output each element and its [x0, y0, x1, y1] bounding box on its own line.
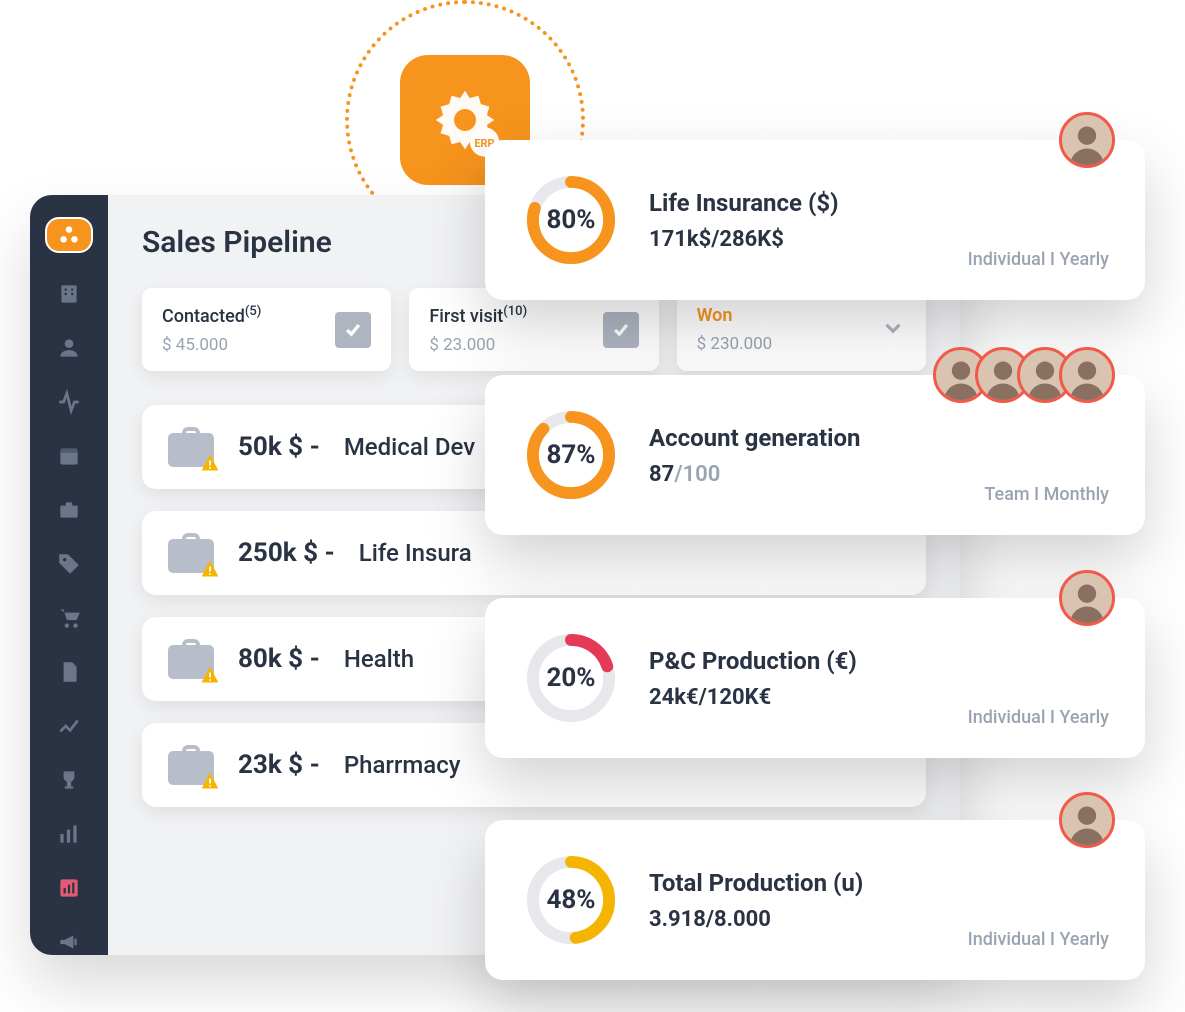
nav-dashboard-icon[interactable] [56, 875, 82, 901]
deal-value: 250k $ - [238, 538, 335, 568]
kpi-card-life-insurance[interactable]: 80% Life Insurance ($) 171k$/286K$ Indiv… [485, 140, 1145, 300]
kpi-value: 3.918/8.000 [649, 907, 940, 932]
kpi-meta: Individual I Yearly [968, 707, 1109, 728]
avatar [1059, 792, 1115, 848]
pipeline-stages: Contacted(5) $ 45.000 First visit(10) $ … [142, 288, 926, 371]
progress-ring: 87% [521, 405, 621, 505]
progress-ring: 20% [521, 628, 621, 728]
nav-calendar-icon[interactable] [56, 443, 82, 469]
kpi-value: 24k€/120K€ [649, 685, 940, 710]
kpi-meta: Team I Monthly [984, 484, 1109, 505]
kpi-card-account-generation[interactable]: 87% Account generation 87/100 Team I Mon… [485, 375, 1145, 535]
nav-tag-icon[interactable] [56, 551, 82, 577]
briefcase-icon [168, 745, 214, 785]
stage-first-visit[interactable]: First visit(10) $ 23.000 [409, 288, 658, 371]
stage-count: (5) [245, 304, 261, 319]
kpi-title: Account generation [649, 424, 956, 452]
stage-label: Won [697, 305, 733, 326]
stage-label: First visit [429, 306, 503, 327]
briefcase-icon [168, 533, 214, 573]
kpi-title: Total Production (u) [649, 869, 940, 897]
stage-won[interactable]: Won $ 230.000 [677, 288, 926, 371]
briefcase-icon [168, 427, 214, 467]
nav-briefcase-icon[interactable] [56, 497, 82, 523]
progress-ring: 48% [521, 850, 621, 950]
check-icon [335, 312, 371, 348]
kpi-meta: Individual I Yearly [968, 929, 1109, 950]
stage-amount: $ 45.000 [162, 335, 261, 355]
kpi-avatars [947, 347, 1115, 403]
stage-contacted[interactable]: Contacted(5) $ 45.000 [142, 288, 391, 371]
stage-amount: $ 230.000 [697, 334, 773, 354]
logo-dots-icon [56, 222, 82, 248]
kpi-card-total-production[interactable]: 48% Total Production (u) 3.918/8.000 Ind… [485, 820, 1145, 980]
stage-count: (10) [503, 304, 527, 319]
nav-bars-icon[interactable] [56, 821, 82, 847]
deal-name: Pharrmacy [344, 751, 461, 779]
stage-label: Contacted [162, 306, 245, 327]
nav-megaphone-icon[interactable] [56, 929, 82, 955]
app-logo[interactable] [45, 217, 93, 253]
deal-value: 23k $ - [238, 750, 320, 780]
nav-user-icon[interactable] [56, 335, 82, 361]
avatar [1059, 112, 1115, 168]
kpi-title: P&C Production (€) [649, 647, 940, 675]
sidebar [30, 195, 108, 955]
kpi-value: 87/100 [649, 462, 956, 487]
deal-name: Life Insura [359, 539, 472, 567]
check-icon [603, 312, 639, 348]
nav-cart-icon[interactable] [56, 605, 82, 631]
progress-percent: 20% [521, 628, 621, 728]
kpi-title: Life Insurance ($) [649, 189, 940, 217]
kpi-card-pc-production[interactable]: 20% P&C Production (€) 24k€/120K€ Indivi… [485, 598, 1145, 758]
nav-company-icon[interactable] [56, 281, 82, 307]
deal-value: 80k $ - [238, 644, 320, 674]
deal-name: Health [344, 645, 414, 673]
progress-percent: 48% [521, 850, 621, 950]
avatar [1059, 347, 1115, 403]
nav-trophy-icon[interactable] [56, 767, 82, 793]
warning-icon [200, 665, 220, 685]
warning-icon [200, 453, 220, 473]
kpi-avatars [1059, 570, 1115, 626]
nav-activity-icon[interactable] [56, 389, 82, 415]
stage-amount: $ 23.000 [429, 335, 527, 355]
kpi-value: 171k$/286K$ [649, 227, 940, 252]
deal-name: Medical Dev [344, 433, 475, 461]
nav-chart-icon[interactable] [56, 713, 82, 739]
nav-document-icon[interactable] [56, 659, 82, 685]
warning-icon [200, 771, 220, 791]
briefcase-icon [168, 639, 214, 679]
progress-percent: 87% [521, 405, 621, 505]
warning-icon [200, 559, 220, 579]
kpi-avatars [1059, 792, 1115, 848]
kpi-avatars [1059, 112, 1115, 168]
deal-value: 50k $ - [238, 432, 320, 462]
progress-percent: 80% [521, 170, 621, 270]
chevron-down-icon[interactable] [880, 315, 906, 345]
avatar [1059, 570, 1115, 626]
progress-ring: 80% [521, 170, 621, 270]
kpi-meta: Individual I Yearly [968, 249, 1109, 270]
